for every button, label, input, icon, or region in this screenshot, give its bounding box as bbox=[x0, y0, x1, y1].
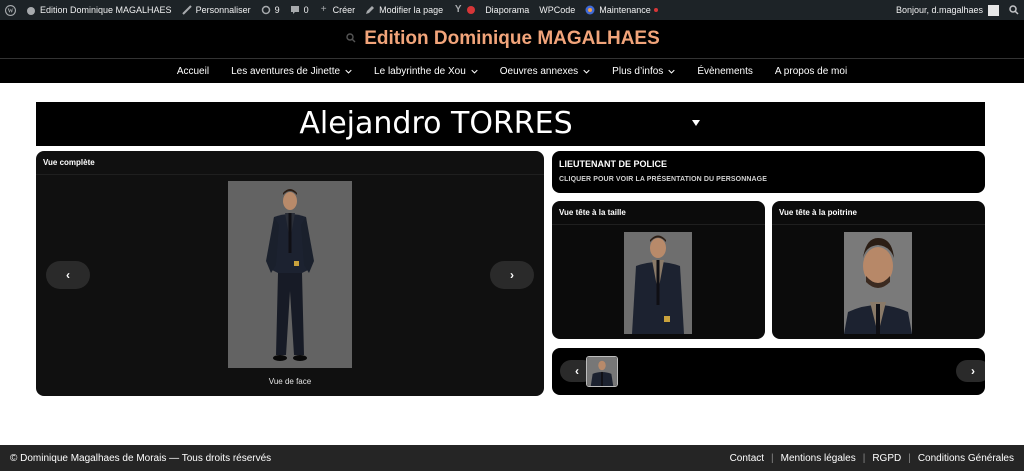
site-name-label: Edition Dominique MAGALHAES bbox=[40, 5, 172, 15]
chevron-down-icon bbox=[668, 69, 675, 74]
character-role-panel[interactable]: LIEUTENANT DE POLICE CLIQUER POUR VOIR L… bbox=[552, 151, 985, 193]
nav-item-1[interactable]: Les aventures de Jinette bbox=[220, 66, 363, 77]
maintenance-status-icon bbox=[653, 8, 658, 12]
plus-icon: + bbox=[320, 4, 327, 15]
chevron-down-icon bbox=[345, 69, 352, 74]
updates-link[interactable]: 9 bbox=[256, 0, 285, 20]
maintenance-link[interactable]: Maintenance bbox=[580, 0, 663, 20]
edit-page-link[interactable]: Modifier la page bbox=[360, 0, 448, 20]
wordpress-icon: W bbox=[5, 4, 16, 16]
character-name: Alejandro TORRES bbox=[299, 106, 573, 141]
svg-text:W: W bbox=[7, 8, 13, 14]
waist-view-title: Vue tête à la taille bbox=[552, 201, 765, 225]
chevron-right-icon: › bbox=[971, 364, 975, 378]
footer-link-3[interactable]: Conditions Générales bbox=[918, 453, 1014, 464]
user-account-menu[interactable]: Bonjour, d.magalhaes bbox=[891, 0, 1004, 20]
pencil-icon bbox=[366, 6, 375, 14]
chest-view-panel: Vue tête à la poitrine bbox=[772, 201, 985, 339]
chevron-right-icon: › bbox=[510, 268, 514, 282]
seo-status-icon bbox=[467, 6, 476, 14]
character-chest-image[interactable] bbox=[844, 232, 912, 334]
search-icon bbox=[1009, 5, 1019, 15]
footer-separator: | bbox=[908, 452, 911, 464]
admin-bar: W Edition Dominique MAGALHAES Personnali… bbox=[0, 0, 1024, 20]
wpcode-label: WPCode bbox=[539, 5, 576, 15]
footer-link-2[interactable]: RGPD bbox=[872, 453, 901, 464]
nav-item-4[interactable]: Plus d’infos bbox=[601, 66, 686, 77]
character-selector[interactable]: Alejandro TORRES bbox=[36, 102, 985, 146]
nav-item-5[interactable]: Évènements bbox=[686, 66, 764, 77]
updates-icon bbox=[261, 5, 270, 15]
chevron-left-icon: ‹ bbox=[575, 364, 579, 378]
brush-icon bbox=[181, 5, 192, 15]
nav-item-3[interactable]: Oeuvres annexes bbox=[489, 66, 601, 77]
customize-link[interactable]: Personnaliser bbox=[177, 0, 256, 20]
new-label: Créer bbox=[332, 5, 356, 15]
maintenance-icon bbox=[585, 5, 595, 15]
site-title[interactable]: Edition Dominique MAGALHAES bbox=[0, 28, 1024, 50]
nav-item-label: Accueil bbox=[176, 65, 210, 77]
full-view-panel: Vue complète ‹ › Vue de face bbox=[36, 151, 544, 396]
footer-separator: | bbox=[771, 452, 774, 464]
thumbnail-next-button[interactable]: › bbox=[956, 360, 985, 382]
footer-links: Contact | Mentions légales | RGPD | Conditions… bbox=[730, 453, 1014, 464]
wpcode-link[interactable]: WPCode bbox=[534, 0, 580, 20]
character-waist-image[interactable] bbox=[624, 232, 692, 334]
slideshow-label: Diaporama bbox=[485, 5, 530, 15]
next-image-button[interactable]: › bbox=[490, 261, 534, 289]
copyright-text: © Dominique Magalhaes de Morais — Tous d… bbox=[10, 452, 272, 464]
full-view-title: Vue complète bbox=[36, 151, 544, 175]
footer-link-1[interactable]: Mentions légales bbox=[781, 453, 856, 464]
chest-view-title: Vue tête à la poitrine bbox=[772, 201, 985, 225]
nav-item-label: Le labyrinthe de Xou bbox=[374, 65, 466, 77]
main-navigation: Accueil Les aventures de Jinette Le labyri… bbox=[0, 59, 1024, 83]
chevron-down-icon bbox=[471, 69, 478, 74]
site-name-link[interactable]: Edition Dominique MAGALHAES bbox=[21, 0, 177, 20]
slideshow-link[interactable]: Diaporama bbox=[480, 0, 534, 20]
yoast-icon: Y bbox=[454, 4, 462, 15]
character-role: LIEUTENANT DE POLICE bbox=[559, 159, 668, 169]
footer-link-0[interactable]: Contact bbox=[730, 453, 764, 464]
thumbnail-image[interactable] bbox=[586, 356, 618, 387]
comment-icon bbox=[290, 6, 299, 14]
site-header: Edition Dominique MAGALHAES bbox=[0, 20, 1024, 59]
admin-search-button[interactable] bbox=[1004, 0, 1024, 20]
nav-item-label: Évènements bbox=[697, 65, 753, 77]
caret-down-icon[interactable] bbox=[691, 118, 701, 128]
nav-item-label: Oeuvres annexes bbox=[499, 65, 579, 77]
avatar bbox=[988, 4, 999, 16]
customize-label: Personnaliser bbox=[195, 5, 251, 15]
comments-count: 0 bbox=[303, 5, 309, 15]
previous-image-button[interactable]: ‹ bbox=[46, 261, 90, 289]
wordpress-logo-button[interactable]: W bbox=[0, 0, 21, 20]
footer-separator: | bbox=[862, 452, 866, 464]
nav-item-2[interactable]: Le labyrinthe de Xou bbox=[363, 66, 489, 77]
waist-view-panel: Vue tête à la taille bbox=[552, 201, 765, 339]
nav-item-label: A propos de moi bbox=[774, 65, 848, 77]
site-footer: © Dominique Magalhaes de Morais — Tous d… bbox=[0, 445, 1024, 471]
chevron-down-icon bbox=[583, 69, 590, 74]
comments-link[interactable]: 0 bbox=[285, 0, 314, 20]
dashboard-icon bbox=[27, 7, 35, 15]
thumbnail-carousel: ‹ › bbox=[552, 348, 985, 395]
character-full-body-image bbox=[228, 181, 352, 368]
image-caption: Vue de face bbox=[268, 377, 312, 386]
nav-item-0[interactable]: Accueil bbox=[166, 66, 220, 77]
nav-item-label: Les aventures de Jinette bbox=[231, 65, 341, 77]
new-content-link[interactable]: + Créer bbox=[314, 0, 361, 20]
edit-page-label: Modifier la page bbox=[379, 5, 444, 15]
greeting-label: Bonjour, d.magalhaes bbox=[895, 5, 983, 15]
yoast-seo-button[interactable]: Y bbox=[448, 0, 480, 20]
presentation-link[interactable]: CLIQUER POUR VOIR LA PRÉSENTATION DU PER… bbox=[559, 176, 767, 183]
chevron-left-icon: ‹ bbox=[66, 268, 70, 282]
updates-count: 9 bbox=[274, 5, 280, 15]
nav-item-6[interactable]: A propos de moi bbox=[764, 66, 858, 77]
maintenance-label: Maintenance bbox=[599, 5, 651, 15]
nav-item-label: Plus d’infos bbox=[612, 65, 664, 77]
